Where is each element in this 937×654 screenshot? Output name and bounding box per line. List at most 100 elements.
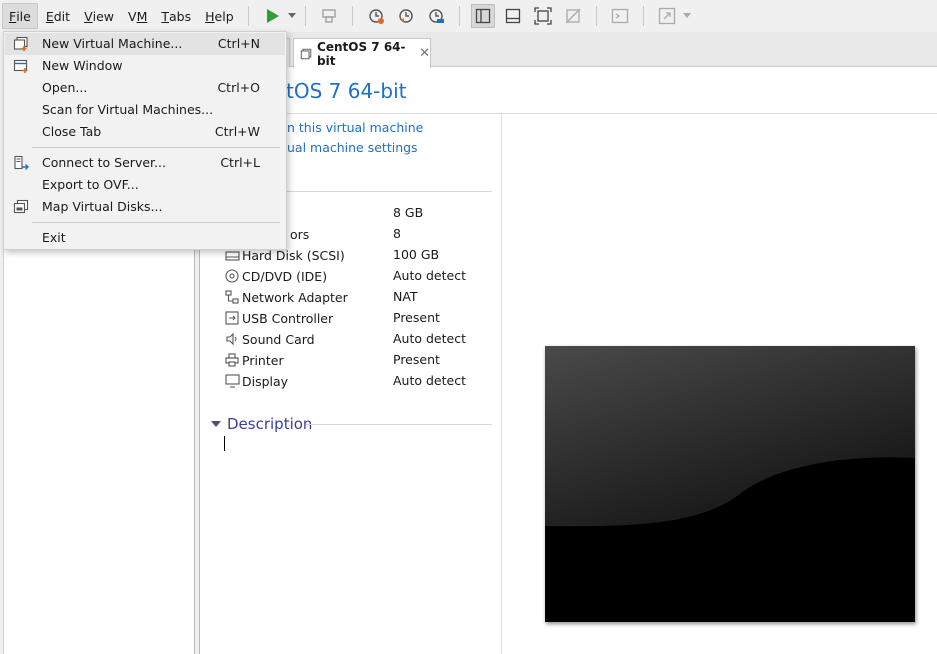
map-disks-icon <box>13 199 29 214</box>
toolbar-separator <box>595 6 597 26</box>
device-value: Auto detect <box>393 331 466 346</box>
vm-title: tOS 7 64-bit <box>200 76 937 114</box>
menu-item-connect-server[interactable]: Connect to Server... Ctrl+L <box>5 152 285 174</box>
device-row[interactable]: CD/DVD (IDE) <box>224 267 327 285</box>
menu-help-mnemonic: H <box>205 8 215 24</box>
device-name: CD/DVD (IDE) <box>242 268 328 284</box>
fullscreen-icon <box>658 7 675 25</box>
display-icon <box>224 373 240 389</box>
device-value: Present <box>393 310 440 325</box>
manage-snapshots-icon <box>428 9 444 23</box>
snapshot-button[interactable] <box>364 4 388 28</box>
menu-help[interactable]: Help <box>199 3 240 29</box>
unity-button[interactable] <box>561 4 585 28</box>
close-tab-icon[interactable]: ✕ <box>419 46 430 61</box>
device-name: Sound Card <box>242 331 315 347</box>
power-on-link[interactable]: n this virtual machine <box>287 120 423 135</box>
device-row[interactable]: Printer <box>224 351 284 369</box>
device-name: ors <box>290 226 310 242</box>
device-name: Display <box>242 373 289 389</box>
fit-guest-icon <box>533 7 552 25</box>
menu-item-close-tab[interactable]: Close Tab Ctrl+W <box>5 121 285 143</box>
snapshot-icon <box>368 9 384 24</box>
menubar-toolbar: File Edit View VM Tabs Help <box>0 0 937 32</box>
menu-view[interactable]: View <box>78 3 120 29</box>
power-on-button[interactable] <box>260 4 284 28</box>
fullscreen-dropdown-caret[interactable] <box>682 4 692 28</box>
toolbar-separator <box>458 6 460 26</box>
connect-server-icon <box>14 155 29 170</box>
vm-preview-graphic <box>545 346 915 622</box>
sound-card-icon <box>224 331 240 347</box>
file-menu-dropdown: New Virtual Machine... Ctrl+N New Window… <box>3 31 287 250</box>
device-value: 100 GB <box>393 247 440 262</box>
menu-item-scan-vms[interactable]: Scan for Virtual Machines... <box>5 99 285 121</box>
menu-item-open[interactable]: Open... Ctrl+O <box>5 77 285 99</box>
menu-item-shortcut: Ctrl+N <box>217 36 260 51</box>
menu-item-label: Close Tab <box>42 124 102 139</box>
description-section-toggle[interactable]: Description <box>211 415 312 433</box>
new-vm-icon <box>13 36 28 51</box>
device-value: NAT <box>393 289 418 304</box>
device-row[interactable]: USB Controller <box>224 309 333 327</box>
menu-edit-mnemonic: E <box>45 8 54 24</box>
pane-splitter[interactable] <box>501 114 502 654</box>
power-dropdown-caret[interactable] <box>287 4 297 28</box>
menu-help-rest: elp <box>214 8 234 24</box>
description-text-cursor[interactable] <box>224 436 225 451</box>
power-on-icon <box>266 9 279 23</box>
device-value: 8 <box>393 226 401 241</box>
device-value: Auto detect <box>393 268 466 283</box>
menu-view-rest: iew <box>92 8 115 24</box>
console-view-button[interactable] <box>608 4 632 28</box>
fit-guest-button[interactable] <box>531 4 555 28</box>
edit-settings-link[interactable]: ual machine settings <box>287 140 418 155</box>
menu-item-label: Exit <box>42 230 66 245</box>
tab-centos[interactable]: CentOS 7 64-bit ✕ <box>293 38 431 68</box>
device-name: USB Controller <box>242 310 334 326</box>
menu-item-label: Map Virtual Disks... <box>42 199 163 214</box>
device-row[interactable]: Network Adapter <box>224 288 348 306</box>
network-adapter-icon <box>224 289 240 305</box>
show-library-button[interactable] <box>470 4 495 28</box>
menu-edit[interactable]: Edit <box>40 3 76 29</box>
thumbnail-bar-button[interactable] <box>501 4 525 28</box>
device-name: Network Adapter <box>242 289 348 305</box>
new-window-icon <box>13 59 28 73</box>
device-row[interactable]: Display <box>224 372 288 390</box>
menu-item-label: New Virtual Machine... <box>42 36 183 51</box>
menu-vm-prefix: V <box>128 8 137 24</box>
printer-icon <box>224 352 240 368</box>
menu-item-exit[interactable]: Exit <box>5 227 285 249</box>
menu-separator <box>32 147 280 148</box>
vm-screenshot-preview[interactable] <box>545 346 915 622</box>
menu-item-map-virtual-disks[interactable]: Map Virtual Disks... <box>5 196 285 218</box>
fullscreen-button[interactable] <box>655 4 679 28</box>
device-row[interactable]: Sound Card <box>224 330 315 348</box>
suspend-button[interactable] <box>317 4 341 28</box>
menu-separator <box>32 222 280 223</box>
device-name: Printer <box>242 352 284 368</box>
menu-item-shortcut: Ctrl+O <box>217 80 260 95</box>
toolbar-separator <box>642 6 644 26</box>
menu-tabs-mnemonic: T <box>161 8 170 24</box>
menu-item-label: Open... <box>42 80 88 95</box>
menu-tabs[interactable]: Tabs <box>155 3 197 29</box>
revert-snapshot-icon <box>398 9 413 23</box>
vm-title-text: tOS 7 64-bit <box>286 79 407 103</box>
show-library-icon <box>475 8 490 24</box>
usb-icon <box>224 310 240 326</box>
device-value: 8 GB <box>393 205 424 220</box>
menu-item-shortcut: Ctrl+L <box>220 155 260 170</box>
menu-tabs-rest: abs <box>169 8 192 24</box>
menu-item-export-ovf[interactable]: Export to OVF... <box>5 174 285 196</box>
menu-item-label: Export to OVF... <box>42 177 139 192</box>
revert-snapshot-button[interactable] <box>394 4 418 28</box>
menu-vm[interactable]: VM <box>122 3 153 29</box>
menu-item-new-window[interactable]: New Window <box>5 55 285 77</box>
menu-item-new-virtual-machine[interactable]: New Virtual Machine... Ctrl+N <box>5 33 285 55</box>
manage-snapshots-button[interactable] <box>424 4 448 28</box>
menu-file[interactable]: File <box>2 3 38 29</box>
device-value: Auto detect <box>393 373 466 388</box>
menu-edit-rest: dit <box>53 8 71 24</box>
